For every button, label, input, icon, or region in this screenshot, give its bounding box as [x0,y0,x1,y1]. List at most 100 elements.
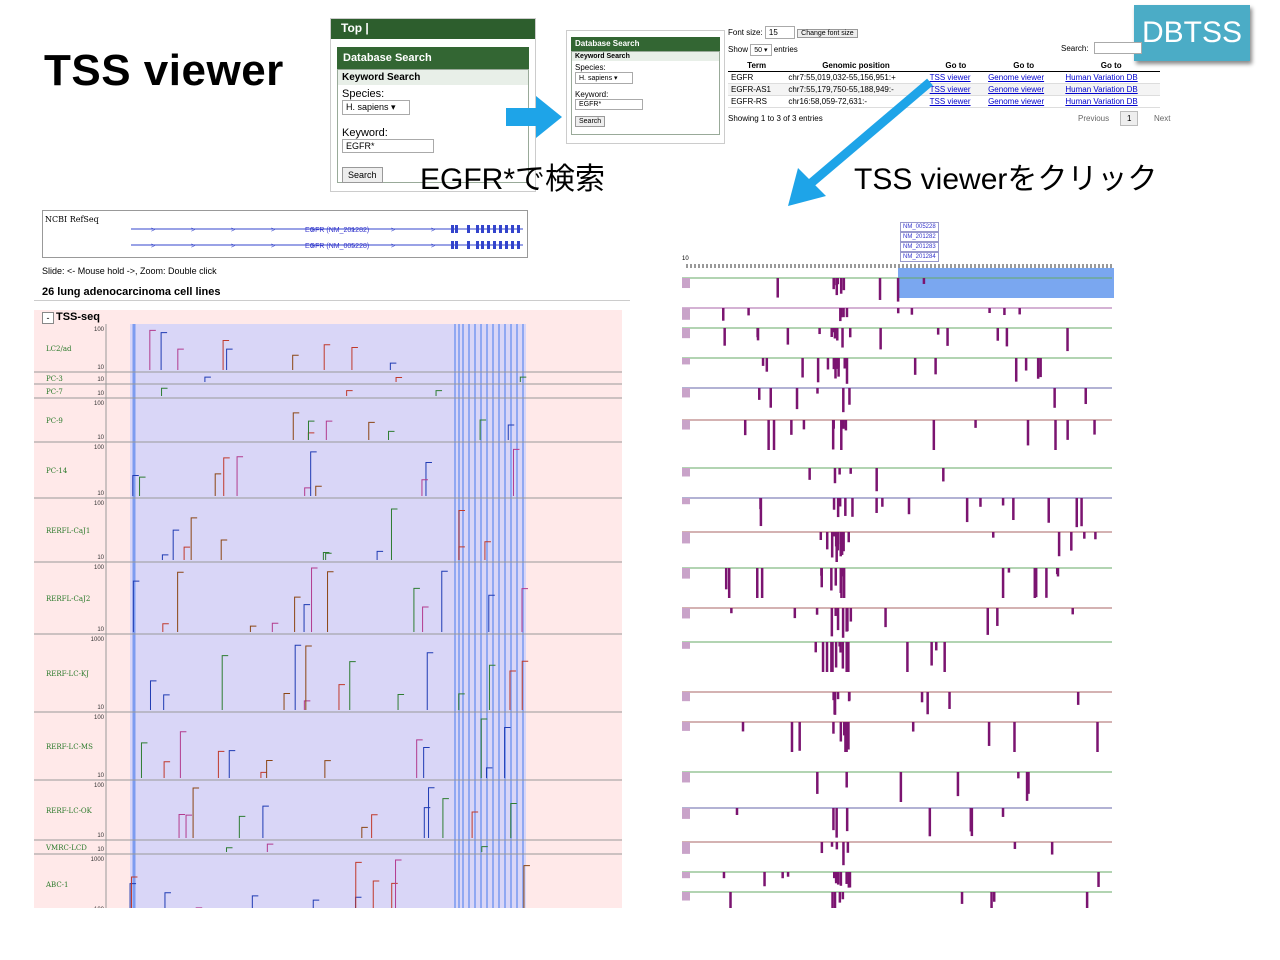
track-name: VMRC-LCD [45,844,87,852]
tss-bar [830,608,834,637]
sequence-tick [970,264,972,268]
species-select[interactable]: H. sapiens ▾ [342,100,410,115]
font-size-label: Font size: [728,28,763,37]
tss-bar [833,468,837,484]
tss-peak [395,859,402,908]
tss-peak [283,692,291,710]
axis-tick: 10 [97,377,104,383]
col-go-to-3[interactable]: Go to [1062,60,1160,72]
tss-peak [423,807,431,838]
search-button-small[interactable]: Search [575,116,606,127]
tss-peak [315,485,322,496]
col-term[interactable]: Term [728,60,786,72]
tss-peak [325,420,333,440]
col-genomic-position[interactable]: Genomic position [785,60,927,72]
transcript-label: EGFR (NM_201282) [305,227,370,234]
tss-bar [761,358,765,366]
tss-bar [835,842,839,850]
tss-peak [177,348,184,370]
tss-peak [190,517,198,560]
tss-bar [1054,420,1057,450]
sequence-tick [838,264,840,268]
tss-bar [842,308,845,318]
tss-peak [428,787,435,838]
transcript-link[interactable]: NM_201282 [900,232,939,242]
variation-db-link[interactable]: Human Variation DB [1065,97,1137,106]
collapse-button[interactable]: - [42,312,54,324]
font-size-input[interactable]: 15 [764,26,795,39]
keyword-input[interactable]: EGFR* [342,139,434,153]
tss-bar [1056,568,1060,577]
sequence-tick [766,264,768,268]
tss-bar [833,328,837,339]
track-name: RERFL-CaJ2 [46,595,90,603]
sequence-tick [994,264,996,268]
sequence-tick [822,264,824,268]
tss-bar [682,468,690,477]
next-button[interactable]: Next [1154,114,1170,123]
sequence-tick [930,264,932,268]
tss-peak [391,882,398,908]
track-name: ABC-1 [45,881,69,889]
search-button[interactable]: Search [342,167,383,183]
page-1-button[interactable]: 1 [1120,111,1139,126]
sequence-tick [1050,264,1052,268]
sequence-tick [702,264,704,268]
transcript-link[interactable]: NM_005228 [900,222,939,232]
sequence-tick [910,264,912,268]
tss-peak [361,826,368,838]
exon [499,225,502,233]
variation-db-link[interactable]: Human Variation DB [1065,85,1137,94]
tss-bar [682,608,690,619]
tss-peak [422,606,429,632]
track-name: RERF-LC-MS [46,743,93,751]
change-font-button[interactable]: Change font size [797,29,858,38]
exon [481,225,484,233]
table-search-input[interactable] [1094,42,1142,54]
variation-db-link[interactable]: Human Variation DB [1065,73,1137,82]
tss-bar [682,278,690,289]
col-go-to-1[interactable]: Go to [926,60,986,72]
term-cell: EGFR-AS1 [728,83,786,96]
tss-bar [846,608,849,632]
genome-viewer-link[interactable]: Genome viewer [988,85,1044,94]
tss-bar [1050,842,1054,855]
sequence-tick [942,264,944,268]
exon-band [454,324,456,908]
col-go-to-2[interactable]: Go to [985,60,1063,72]
transcript-link[interactable]: NM_201283 [900,242,939,252]
genome-viewer-link[interactable]: Genome viewer [988,73,1044,82]
sequence-tick [742,264,744,268]
tss-bar [1026,420,1030,446]
show-select[interactable]: 50 ▾ [750,44,772,56]
tss-peak [372,880,380,908]
sequence-tick [750,264,752,268]
species-select-small[interactable]: H. sapiens ▾ [575,72,633,84]
exon-band [492,324,494,908]
tss-bar [790,722,794,752]
chevron-down-icon: ▾ [764,47,768,54]
tss-bar [1013,722,1016,752]
sequence-tick [1006,264,1008,268]
axis-tick: 100 [94,565,105,571]
sequence-tick [878,264,880,268]
exon [511,225,514,233]
tss-bar [992,892,996,902]
chevron-down-icon: ▾ [614,75,618,82]
exon [511,241,514,249]
tss-bar [845,808,849,832]
term-cell: EGFR-RS [728,95,786,108]
tss-peak [185,814,193,838]
tss-bar [847,532,850,543]
tss-bar [772,420,776,450]
genome-viewer-link[interactable]: Genome viewer [988,97,1044,106]
tss-bar [948,692,951,709]
tss-peak [292,412,300,440]
sequence-tick [898,264,900,268]
keyword-input-small[interactable]: EGFR* [575,99,643,110]
prev-button[interactable]: Previous [1078,114,1109,123]
top-nav[interactable]: Top | [331,19,535,39]
tss-bar [1003,308,1006,316]
tss-bar [1066,420,1069,440]
exon-band [498,324,500,908]
